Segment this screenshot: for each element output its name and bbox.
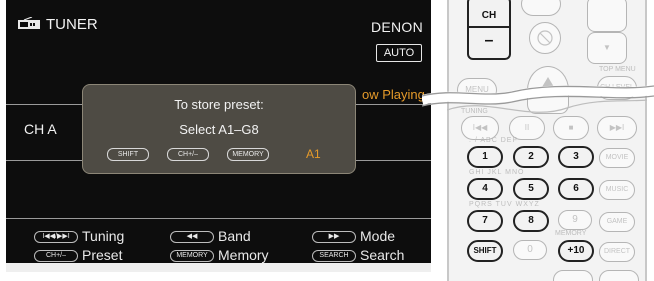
- keypad-label-row-3: PQRS TUV WXYZ: [469, 201, 540, 208]
- popup-selection: Select A1–G8: [179, 122, 259, 137]
- key-2[interactable]: 2: [513, 146, 549, 168]
- bottom-button-2[interactable]: [599, 270, 639, 281]
- keypad-label-row-2: GHI JKL MNO: [469, 169, 525, 176]
- mute-button[interactable]: [529, 22, 561, 54]
- key-4[interactable]: 4: [467, 178, 503, 200]
- tuner-icon: [18, 17, 40, 29]
- remote-control: CH – ▼ MENU TOP MENU CH LEVEL TUNING I◀◀…: [447, 0, 647, 281]
- direct-button[interactable]: DIRECT: [599, 242, 635, 262]
- search-key-icon: SEARCH: [312, 250, 356, 262]
- plus10-button[interactable]: +10: [558, 240, 594, 262]
- key-5[interactable]: 5: [513, 178, 549, 200]
- channel-label: CH A: [24, 121, 57, 137]
- tuner-display: TUNER DENON AUTO ow Playing CH A To stor…: [6, 0, 431, 263]
- key-1[interactable]: 1: [467, 146, 503, 168]
- key-8[interactable]: 8: [513, 210, 549, 232]
- preset-key-icon: CH+/–: [34, 250, 78, 262]
- popup-instruction: To store preset:: [174, 97, 264, 112]
- memory-remote-label: MEMORY: [555, 230, 587, 237]
- guide-row-2: CH+/– Preset MEMORY Memory SEARCH Search: [6, 246, 431, 263]
- memory-label: Memory: [218, 247, 269, 263]
- key-7[interactable]: 7: [467, 210, 503, 232]
- guide-row-1: I◀◀/▶▶I Tuning ◀◀ Band ▶▶ Mode: [6, 227, 431, 247]
- key-9[interactable]: 9: [558, 210, 592, 230]
- tuning-key-icon: I◀◀/▶▶I: [34, 231, 78, 243]
- now-playing-label: ow Playing: [362, 87, 425, 102]
- volume-up-button[interactable]: [587, 0, 627, 32]
- remote-edge-left: [447, 0, 449, 281]
- mode-label: Mode: [360, 228, 396, 244]
- keypad-label-row-1: . / ABC DEF: [469, 137, 518, 144]
- break-wave: [422, 85, 654, 107]
- source-title: TUNER: [46, 16, 98, 33]
- music-button[interactable]: MUSIC: [599, 180, 635, 200]
- bottom-button-1[interactable]: [553, 270, 593, 281]
- shift-key-label: SHIFT: [107, 148, 149, 161]
- key-0[interactable]: 0: [513, 240, 547, 260]
- volume-down-button[interactable]: ▼: [587, 32, 627, 64]
- search-label: Search: [360, 247, 405, 263]
- movie-button[interactable]: MOVIE: [599, 148, 635, 168]
- top-button-2[interactable]: [521, 0, 561, 16]
- preset-value: A1: [306, 147, 321, 161]
- band-label: Band: [218, 228, 251, 244]
- mute-icon: [537, 30, 553, 46]
- memory-key-icon: MEMORY: [170, 250, 214, 262]
- store-preset-popup: To store preset: Select A1–G8 SHIFT CH+/…: [82, 84, 356, 174]
- brand-logo: DENON: [370, 19, 423, 35]
- auto-badge: AUTO: [376, 44, 422, 62]
- ch-down-button[interactable]: –: [467, 26, 511, 60]
- key-6[interactable]: 6: [558, 178, 594, 200]
- shift-button[interactable]: SHIFT: [467, 240, 503, 262]
- remote-edge-right: [645, 0, 647, 281]
- game-button[interactable]: GAME: [599, 212, 635, 232]
- divider-guide: [6, 218, 431, 219]
- key-3[interactable]: 3: [558, 146, 594, 168]
- mode-key-icon: ▶▶: [312, 231, 356, 243]
- ch-key-label: CH+/–: [167, 148, 209, 161]
- tv-screen: TUNER DENON AUTO ow Playing CH A To stor…: [6, 0, 431, 272]
- band-key-icon: ◀◀: [170, 231, 214, 243]
- memory-key-label: MEMORY: [227, 148, 269, 161]
- tuning-label: Tuning: [82, 228, 125, 244]
- preset-label: Preset: [82, 247, 123, 263]
